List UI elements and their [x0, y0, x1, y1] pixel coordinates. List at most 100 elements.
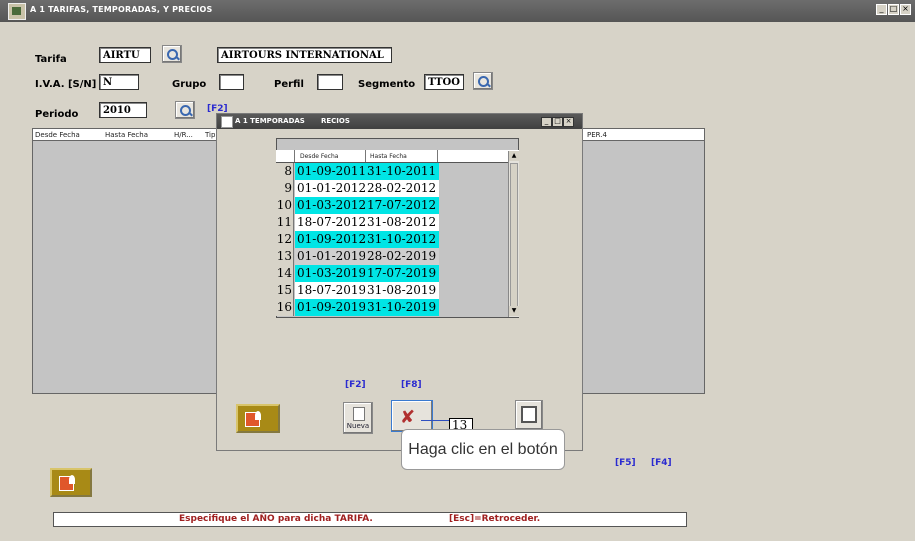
hasta-fecha-cell[interactable]: 31-10-2011 [365, 163, 439, 180]
tooltip: Haga clic en el botón [401, 429, 565, 470]
new-document-icon [353, 407, 365, 421]
dialog-col-desde: Desde Fecha [300, 153, 339, 160]
nueva-label: Nueva [346, 422, 370, 430]
f5-key-label: [F5] [615, 458, 636, 468]
perfil-label: Perfil [274, 79, 304, 90]
desde-fecha-cell[interactable]: 01-01-2019 [295, 248, 367, 265]
table-row[interactable]: 13 01-01-2019 28-02-2019 [276, 248, 508, 265]
close-button[interactable]: × [900, 4, 911, 15]
periodo-search-icon[interactable] [175, 101, 195, 119]
header-divider [365, 150, 366, 162]
dialog-close-button[interactable]: × [563, 117, 574, 127]
col-tip: Tip [205, 131, 216, 139]
delete-button[interactable]: ✘ [391, 400, 433, 432]
tarifa-code-field[interactable]: AIRTU [99, 47, 151, 63]
iva-label: I.V.A. [S/N] [35, 79, 97, 90]
desde-fecha-cell[interactable]: 01-09-2011 [295, 163, 367, 180]
row-number: 10 [276, 197, 294, 214]
hasta-fecha-cell[interactable]: 17-07-2019 [365, 265, 439, 282]
hasta-fecha-cell[interactable]: 28-02-2012 [365, 180, 439, 197]
dialog-f8-label: [F8] [401, 380, 422, 390]
row-number: 12 [276, 231, 294, 248]
col-hr: H/R... [174, 131, 193, 139]
table-row[interactable]: 8 01-09-2011 31-10-2011 [276, 163, 508, 180]
desde-fecha-cell[interactable]: 18-07-2012 [295, 214, 367, 231]
segmento-label: Segmento [358, 79, 416, 90]
status-hint: [Esc]=Retroceder. [449, 514, 541, 524]
desde-fecha-cell[interactable]: 18-07-2019 [295, 282, 367, 299]
dialog-controls: _ □ × [541, 117, 574, 127]
window-title: A 1 TARIFAS, TEMPORADAS, Y PRECIOS [30, 5, 213, 14]
col-desde-fecha: Desde Fecha [35, 131, 80, 139]
floppy-disk-icon [521, 406, 537, 423]
minimize-button[interactable]: _ [876, 4, 887, 15]
table-row[interactable]: 12 01-09-2012 31-10-2012 [276, 231, 508, 248]
scroll-down-icon[interactable]: ▼ [509, 306, 519, 316]
hasta-fecha-cell[interactable]: 31-08-2012 [365, 214, 439, 231]
dialog-title-suffix: RECIOS [321, 117, 350, 125]
dialog-minimize-button[interactable]: _ [541, 117, 552, 127]
col-per4: PER.4 [587, 131, 607, 139]
dialog-table-header: Desde Fecha Hasta Fecha [276, 150, 519, 163]
tarifa-search-icon[interactable] [162, 45, 182, 63]
exit-button[interactable] [50, 468, 92, 497]
perfil-field[interactable] [317, 74, 343, 90]
scroll-up-icon[interactable]: ▲ [509, 151, 519, 161]
desde-fecha-cell[interactable]: 01-03-2019 [295, 265, 367, 282]
segmento-field[interactable]: TTOO [424, 74, 464, 90]
hasta-fecha-cell[interactable]: 31-10-2019 [365, 299, 439, 316]
row-number: 8 [276, 163, 294, 180]
table-row[interactable]: 9 01-01-2012 28-02-2012 [276, 180, 508, 197]
dialog-table-scrollbar[interactable]: ▲ ▼ [508, 151, 519, 317]
grupo-field[interactable] [219, 74, 244, 90]
hasta-fecha-cell[interactable]: 31-08-2019 [365, 282, 439, 299]
app-icon [8, 3, 26, 20]
hasta-fecha-cell[interactable]: 28-02-2019 [365, 248, 439, 265]
row-number: 15 [276, 282, 294, 299]
status-bar: Especifique el AÑO para dicha TARIFA. [E… [53, 512, 687, 527]
dialog-maximize-button[interactable]: □ [552, 117, 563, 127]
pointer-line [421, 420, 449, 421]
header-divider [437, 150, 438, 162]
row-number: 16 [276, 299, 294, 316]
iva-field[interactable]: N [99, 74, 139, 90]
col-hasta-fecha: Hasta Fecha [105, 131, 148, 139]
row-number: 9 [276, 180, 294, 197]
table-row[interactable]: 10 01-03-2012 17-07-2012 [276, 197, 508, 214]
header-divider [294, 150, 295, 162]
scroll-thumb[interactable] [510, 163, 518, 307]
dialog-f2-label: [F2] [345, 380, 366, 390]
desde-fecha-cell[interactable]: 01-09-2012 [295, 231, 367, 248]
nueva-button[interactable]: Nueva [343, 402, 373, 434]
row-number: 13 [276, 248, 294, 265]
tarifa-label: Tarifa [35, 54, 67, 65]
table-row[interactable]: 14 01-03-2019 17-07-2019 [276, 265, 508, 282]
delete-x-icon: ✘ [400, 407, 416, 428]
hasta-fecha-cell[interactable]: 31-10-2012 [365, 231, 439, 248]
dialog-icon [221, 116, 233, 128]
desde-fecha-cell[interactable]: 01-03-2012 [295, 197, 367, 214]
desde-fecha-cell[interactable]: 01-09-2019 [295, 299, 367, 316]
dialog-title: A 1 TEMPORADAS [235, 117, 305, 125]
save-button[interactable] [515, 400, 543, 430]
row-number: 14 [276, 265, 294, 282]
hasta-fecha-cell[interactable]: 17-07-2012 [365, 197, 439, 214]
window-controls: _ □ × [876, 4, 911, 15]
dialog-title-bar: A 1 TEMPORADAS RECIOS _ □ × [217, 114, 582, 129]
periodo-label: Periodo [35, 109, 79, 120]
maximize-button[interactable]: □ [888, 4, 899, 15]
segmento-search-icon[interactable] [473, 72, 493, 90]
table-row[interactable]: 16 01-09-2019 31-10-2019 [276, 299, 508, 316]
dialog-exit-button[interactable] [236, 404, 280, 433]
tarifa-name-field[interactable]: AIRTOURS INTERNATIONAL [217, 47, 392, 63]
desde-fecha-cell[interactable]: 01-01-2012 [295, 180, 367, 197]
periodo-field[interactable]: 2010 [99, 102, 147, 118]
status-message: Especifique el AÑO para dicha TARIFA. [179, 514, 373, 524]
table-row[interactable]: 15 18-07-2019 31-08-2019 [276, 282, 508, 299]
main-title-bar: A 1 TARIFAS, TEMPORADAS, Y PRECIOS _ □ × [0, 0, 915, 22]
row-number: 11 [276, 214, 294, 231]
grupo-label: Grupo [172, 79, 207, 90]
table-row[interactable]: 11 18-07-2012 31-08-2012 [276, 214, 508, 231]
f4-key-label: [F4] [651, 458, 672, 468]
dialog-col-hasta: Hasta Fecha [370, 153, 407, 160]
